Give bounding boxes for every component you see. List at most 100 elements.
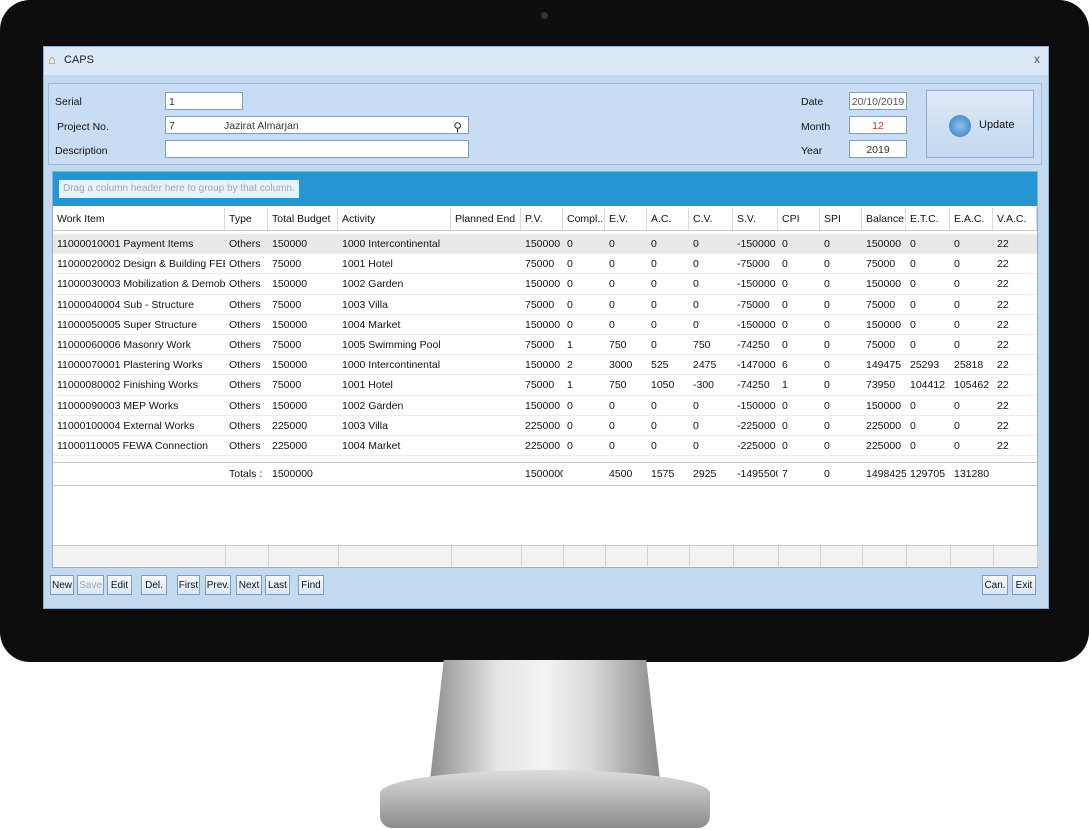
cell-cpi[interactable]: 0 [778,295,820,315]
column-header-pv[interactable]: P.V. [521,208,563,230]
cell-work-item[interactable]: 11000040004 Sub - Structure [53,295,225,315]
cell-cpi[interactable]: 1 [778,375,820,395]
cell-cpi[interactable]: 0 [778,254,820,274]
cell-etc[interactable]: 0 [906,295,950,315]
cell-balance[interactable]: 225000 [862,436,906,456]
column-header-cv[interactable]: C.V. [689,208,733,230]
cell-activity[interactable]: 1001 Hotel [338,375,451,395]
cell-ac[interactable]: 0 [647,254,689,274]
cell-planned-end[interactable] [451,416,521,436]
cell-vac[interactable]: 22 [993,335,1037,355]
cell-type[interactable]: Others [225,436,268,456]
cell-eac[interactable]: 0 [950,274,993,294]
cell-total-budget[interactable]: 150000 [268,315,338,335]
cell-etc[interactable]: 0 [906,396,950,416]
column-header-vac[interactable]: V.A.C. [993,208,1037,230]
cell-type[interactable]: Others [225,396,268,416]
cell-completion[interactable]: 0 [563,396,605,416]
cell-cpi[interactable]: 0 [778,335,820,355]
cell-spi[interactable]: 0 [820,375,862,395]
cell-pv[interactable]: 225000 [521,416,563,436]
prev-button[interactable]: Prev. [205,575,231,595]
cell-ac[interactable]: 0 [647,416,689,436]
cell-balance[interactable]: 150000 [862,396,906,416]
project-lookup-field[interactable]: 7 Jazirat Almarjan ⚲ [165,116,469,134]
cell-work-item[interactable]: 11000080002 Finishing Works [53,375,225,395]
cell-cv[interactable]: 0 [689,416,733,436]
cell-vac[interactable]: 22 [993,234,1037,254]
cell-sv[interactable]: -150000 [733,396,778,416]
cell-cv[interactable]: 0 [689,396,733,416]
cell-spi[interactable]: 0 [820,274,862,294]
cell-cpi[interactable]: 0 [778,396,820,416]
cell-total-budget[interactable]: 150000 [268,234,338,254]
serial-field[interactable]: 1 [165,92,243,110]
cell-planned-end[interactable] [451,254,521,274]
cell-eac[interactable]: 0 [950,416,993,436]
cell-work-item[interactable]: 11000020002 Design & Building FEE [53,254,225,274]
cell-type[interactable]: Others [225,416,268,436]
cell-completion[interactable]: 0 [563,274,605,294]
cell-activity[interactable]: 1005 Swimming Pool [338,335,451,355]
cell-spi[interactable]: 0 [820,315,862,335]
find-button[interactable]: Find [298,575,324,595]
cell-ac[interactable]: 0 [647,274,689,294]
cell-activity[interactable]: 1000 Intercontinental [338,355,451,375]
table-row[interactable]: 11000010001 Payment Items Others 150000 100… [53,234,1037,254]
cell-etc[interactable]: 0 [906,335,950,355]
save-button[interactable]: Save [77,575,104,595]
cell-etc[interactable]: 0 [906,416,950,436]
cell-balance[interactable]: 225000 [862,416,906,436]
cell-activity[interactable]: 1004 Market [338,436,451,456]
cell-completion[interactable]: 0 [563,416,605,436]
cell-etc[interactable]: 0 [906,234,950,254]
date-field[interactable]: 20/10/2019 [849,92,907,110]
cell-cpi[interactable]: 0 [778,436,820,456]
cell-ev[interactable]: 0 [605,436,647,456]
cell-eac[interactable]: 25818 [950,355,993,375]
cell-ev[interactable]: 0 [605,315,647,335]
delete-button[interactable]: Del. [141,575,167,595]
cell-ev[interactable]: 0 [605,234,647,254]
cell-eac[interactable]: 105462 [950,375,993,395]
cell-pv[interactable]: 225000 [521,436,563,456]
edit-button[interactable]: Edit [107,575,132,595]
column-header-balance[interactable]: Balance [862,208,906,230]
cell-pv[interactable]: 150000 [521,234,563,254]
cell-work-item[interactable]: 11000070001 Plastering Works [53,355,225,375]
cell-ac[interactable]: 0 [647,335,689,355]
cell-type[interactable]: Others [225,315,268,335]
cell-completion[interactable]: 0 [563,436,605,456]
cell-work-item[interactable]: 11000050005 Super Structure [53,315,225,335]
cell-ev[interactable]: 0 [605,295,647,315]
cell-work-item[interactable]: 11000110005 FEWA Connection [53,436,225,456]
cell-etc[interactable]: 0 [906,254,950,274]
cell-pv[interactable]: 150000 [521,274,563,294]
column-header-total-budget[interactable]: Total Budget [268,208,338,230]
cell-ac[interactable]: 0 [647,396,689,416]
cell-etc[interactable]: 0 [906,274,950,294]
cell-ac[interactable]: 0 [647,315,689,335]
cell-cpi[interactable]: 0 [778,274,820,294]
cell-activity[interactable]: 1001 Hotel [338,254,451,274]
cell-sv[interactable]: -74250 [733,335,778,355]
column-header-planned-end[interactable]: Planned End [451,208,521,230]
cell-planned-end[interactable] [451,315,521,335]
cell-spi[interactable]: 0 [820,396,862,416]
cell-completion[interactable]: 0 [563,254,605,274]
table-row[interactable]: 11000020002 Design & Building FEE Others 7… [53,254,1037,274]
cell-completion[interactable]: 2 [563,355,605,375]
cell-balance[interactable]: 149475 [862,355,906,375]
cell-type[interactable]: Others [225,295,268,315]
cell-cv[interactable]: 0 [689,436,733,456]
cell-etc[interactable]: 0 [906,315,950,335]
cell-eac[interactable]: 0 [950,335,993,355]
cell-etc[interactable]: 0 [906,436,950,456]
cell-type[interactable]: Others [225,355,268,375]
cell-ev[interactable]: 750 [605,375,647,395]
cell-activity[interactable]: 1000 Intercontinental [338,234,451,254]
cell-ac[interactable]: 0 [647,234,689,254]
cell-cv[interactable]: 0 [689,274,733,294]
cell-planned-end[interactable] [451,335,521,355]
cell-ev[interactable]: 0 [605,396,647,416]
